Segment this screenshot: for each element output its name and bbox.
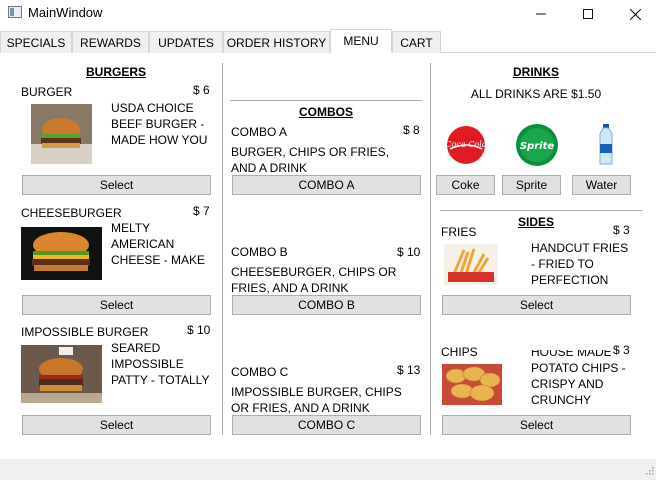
combo-c-name: COMBO C bbox=[231, 365, 289, 379]
fries-price: $ 3 bbox=[613, 223, 630, 237]
sprite-logo: Sprite bbox=[515, 123, 559, 167]
chips-description: HOUSE MADE POTATO CHIPS - CRISPY AND CRU… bbox=[531, 350, 626, 404]
tab-updates[interactable]: UPDATES bbox=[149, 31, 223, 53]
combo-a-name: COMBO A bbox=[231, 125, 288, 139]
tab-order-history[interactable]: ORDER HISTORY bbox=[223, 31, 330, 53]
chips-image bbox=[442, 364, 502, 405]
select-burger-button[interactable]: Select bbox=[22, 175, 211, 195]
tab-specials[interactable]: SPECIALS bbox=[0, 31, 72, 53]
tab-bar: SPECIALS REWARDS UPDATES ORDER HISTORY M… bbox=[0, 29, 656, 53]
combo-c-description: IMPOSSIBLE BURGER, CHIPS OR FRIES, AND A… bbox=[231, 385, 402, 415]
fries-image bbox=[444, 244, 498, 285]
select-chips-button[interactable]: Select bbox=[442, 415, 631, 435]
select-impossible-burger-button[interactable]: Select bbox=[22, 415, 211, 435]
combo-b-description: CHEESEBURGER, CHIPS OR FRIES, AND A DRIN… bbox=[231, 265, 397, 295]
impossible-burger-price: $ 10 bbox=[187, 323, 211, 337]
combo-a-price: $ 8 bbox=[403, 123, 420, 137]
burger-image bbox=[31, 104, 92, 164]
minimize-button[interactable] bbox=[518, 0, 564, 28]
title-bar: MainWindow bbox=[0, 0, 656, 28]
close-icon bbox=[629, 8, 641, 20]
combo-c-button[interactable]: COMBO C bbox=[232, 415, 421, 435]
sprite-button[interactable]: Sprite bbox=[502, 175, 561, 195]
column-divider bbox=[222, 63, 223, 435]
combo-b-button[interactable]: COMBO B bbox=[232, 295, 421, 315]
section-divider bbox=[230, 100, 422, 101]
tab-menu[interactable]: MENU bbox=[330, 29, 392, 53]
combo-b-name: COMBO B bbox=[231, 245, 288, 259]
tab-cart[interactable]: CART bbox=[392, 31, 441, 53]
impossible-burger-name: IMPOSSIBLE BURGER bbox=[21, 325, 149, 339]
combo-c-price: $ 13 bbox=[397, 363, 421, 377]
burger-name: BURGER bbox=[21, 85, 73, 99]
column-divider bbox=[430, 63, 431, 435]
drinks-header: DRINKS bbox=[512, 65, 559, 79]
burger-price: $ 6 bbox=[193, 83, 210, 97]
combo-a-description: BURGER, CHIPS OR FRIES, AND A DRINK bbox=[231, 145, 390, 175]
select-cheeseburger-button[interactable]: Select bbox=[22, 295, 211, 315]
cheeseburger-image bbox=[21, 227, 102, 280]
water-button[interactable]: Water bbox=[572, 175, 631, 195]
burgers-header: BURGERS bbox=[85, 65, 146, 79]
impossible-burger-description: SEARED IMPOSSIBLE PATTY - TOTALLY VEGAN bbox=[111, 341, 210, 387]
minimize-icon bbox=[536, 13, 546, 15]
cheeseburger-description: MELTY AMERICAN CHEESE - MAKE IT CHEESY bbox=[111, 221, 206, 267]
combo-a-button[interactable]: COMBO A bbox=[232, 175, 421, 195]
chips-description-viewport: HOUSE MADE POTATO CHIPS - CRISPY AND CRU… bbox=[531, 350, 633, 404]
combo-b-price: $ 10 bbox=[397, 245, 421, 259]
menu-panel: BURGERS BURGER $ 6 USDA CHOICE BEEF BURG… bbox=[0, 53, 656, 459]
water-bottle-image bbox=[597, 124, 615, 166]
app-window-icon bbox=[8, 6, 22, 18]
window-title: MainWindow bbox=[28, 5, 103, 20]
coke-logo-text: Coca-Cola bbox=[446, 140, 486, 149]
coke-logo: Coca-Cola bbox=[445, 125, 487, 165]
maximize-button[interactable] bbox=[565, 0, 611, 28]
burger-description: USDA CHOICE BEEF BURGER - MADE HOW YOU bbox=[111, 101, 208, 147]
fries-name: FRIES bbox=[441, 225, 477, 239]
chips-name: CHIPS bbox=[441, 345, 478, 359]
combos-header: COMBOS bbox=[299, 105, 353, 119]
maximize-icon bbox=[583, 9, 593, 19]
fries-description: HANDCUT FRIES - FRIED TO PERFECTION bbox=[531, 241, 629, 287]
select-fries-button[interactable]: Select bbox=[442, 295, 631, 315]
coke-button[interactable]: Coke bbox=[436, 175, 495, 195]
cheeseburger-price: $ 7 bbox=[193, 204, 210, 218]
sprite-logo-text: Sprite bbox=[520, 141, 555, 152]
close-button[interactable] bbox=[612, 0, 656, 28]
cheeseburger-name: CHEESEBURGER bbox=[21, 206, 122, 220]
tab-rewards[interactable]: REWARDS bbox=[72, 31, 149, 53]
impossible-burger-image bbox=[21, 345, 102, 403]
status-bar bbox=[0, 459, 656, 480]
main-window: MainWindow SPECIALS REWARDS UPDATES ORDE… bbox=[0, 0, 656, 480]
section-divider bbox=[440, 210, 642, 211]
drinks-price-note: ALL DRINKS ARE $1.50 bbox=[470, 87, 602, 101]
size-grip-icon[interactable] bbox=[644, 465, 654, 477]
